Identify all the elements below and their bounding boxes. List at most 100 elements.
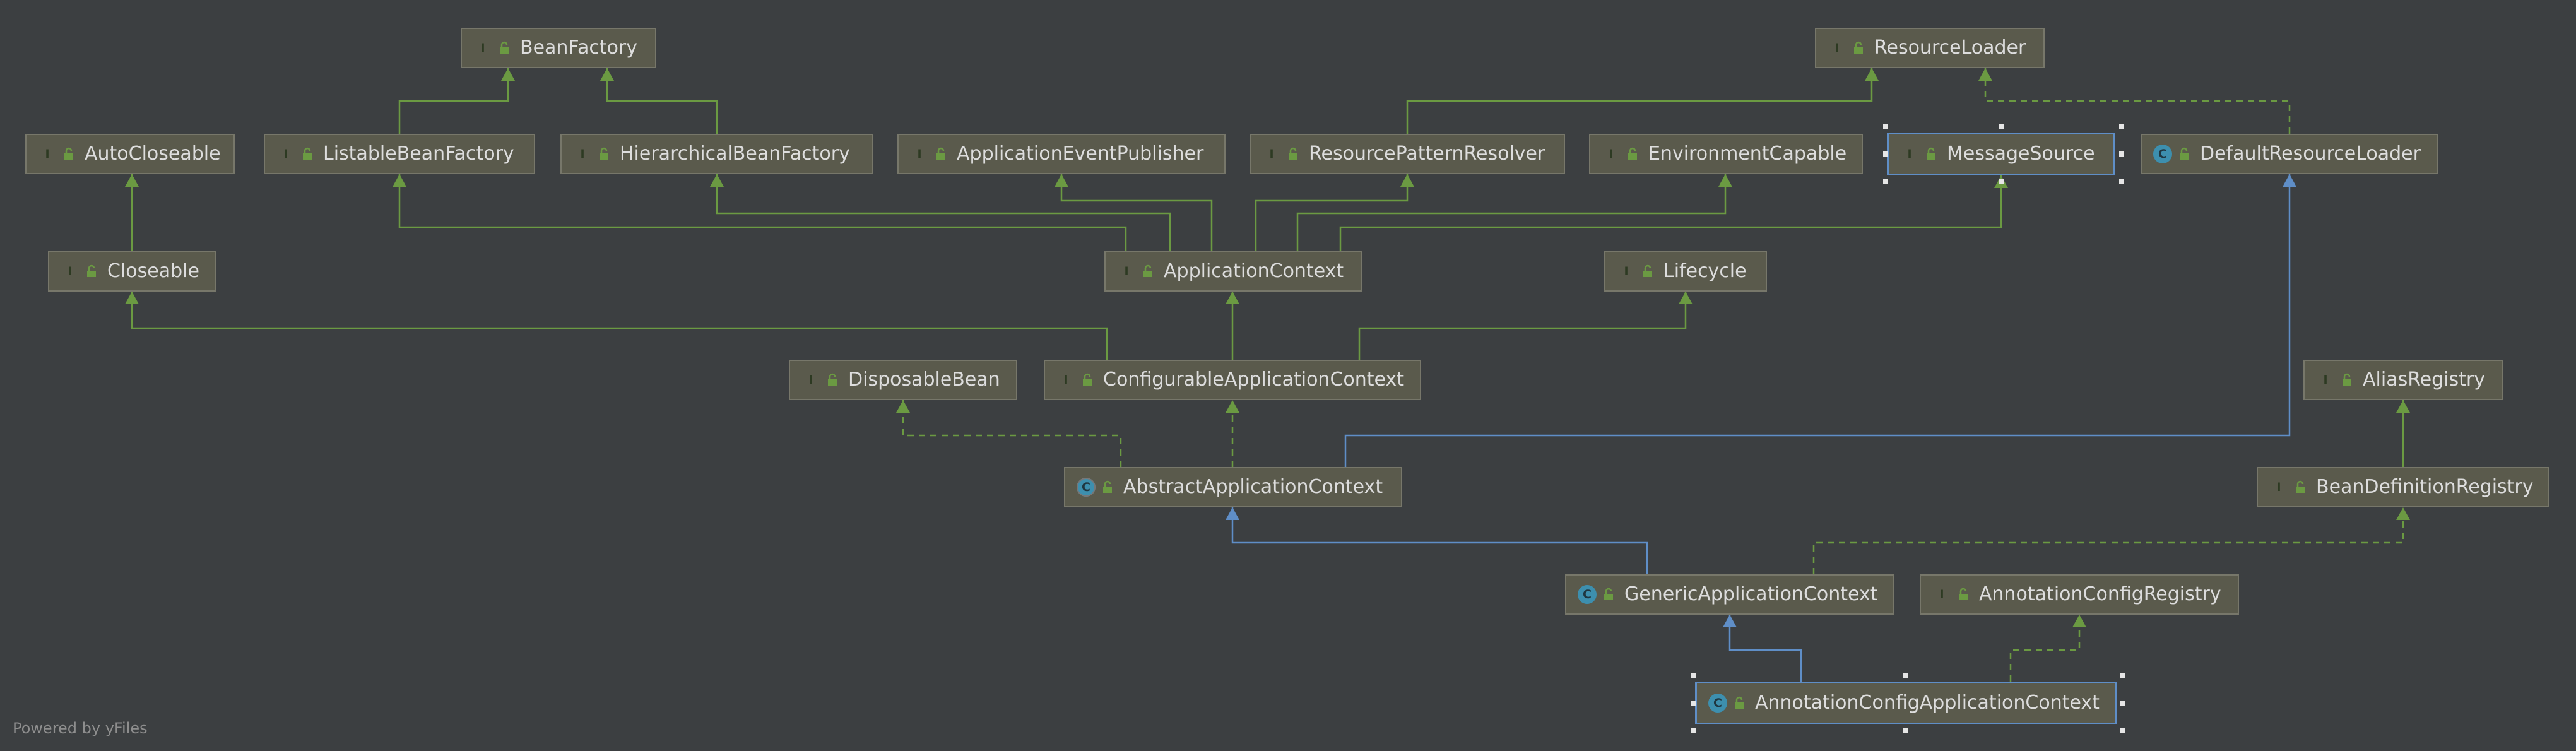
node-configurable-application-context[interactable]: I ConfigurableApplicationContext <box>1044 360 1421 400</box>
lock-icon <box>500 41 509 54</box>
lock-icon <box>1735 696 1744 709</box>
edge-ApplicationContext-to-HierarchicalBeanFactory <box>710 174 1171 251</box>
powered-by-footer: Powered by yFiles <box>13 719 148 737</box>
node-message-source[interactable]: I MessageSource <box>1887 133 2115 175</box>
interface-icon: I <box>917 146 922 161</box>
interface-icon: I <box>1269 146 1274 161</box>
interface-icon: I <box>68 264 73 278</box>
selection-handle[interactable] <box>2119 179 2124 184</box>
selection-handle[interactable] <box>2119 151 2124 157</box>
node-generic-application-context[interactable]: C GenericApplicationContext <box>1565 574 1894 615</box>
node-bean-definition-registry[interactable]: I BeanDefinitionRegistry <box>2257 467 2549 507</box>
class-icon: C <box>1578 585 1597 604</box>
node-disposable-bean[interactable]: I DisposableBean <box>789 360 1017 400</box>
selection-handle[interactable] <box>2120 673 2125 678</box>
node-default-resource-loader[interactable]: C DefaultResourceLoader <box>2141 134 2438 174</box>
edge-ListableBeanFactory-to-BeanFactory <box>398 68 515 134</box>
node-annotation-config-application-context[interactable]: C AnnotationConfigApplicationContext <box>1695 682 2117 724</box>
lock-icon <box>1604 588 1613 600</box>
arrowhead <box>2396 400 2410 413</box>
node-alias-registry[interactable]: I AliasRegistry <box>2303 360 2503 400</box>
selection-handle[interactable] <box>2120 701 2125 706</box>
lock-icon <box>2343 373 2351 386</box>
lock-icon <box>1103 480 1112 493</box>
arrowhead <box>1723 615 1737 627</box>
arrowhead <box>2396 507 2410 520</box>
arrowhead <box>2283 174 2296 187</box>
selection-handle[interactable] <box>1999 179 2004 184</box>
lock-icon <box>1854 41 1863 54</box>
node-label: GenericApplicationContext <box>1624 583 1878 605</box>
node-label: AutoCloseable <box>85 143 221 165</box>
node-label: AliasRegistry <box>2363 369 2486 391</box>
interface-icon: I <box>480 40 485 55</box>
selection-handle[interactable] <box>1883 151 1888 157</box>
arrowhead <box>896 400 910 413</box>
node-bean-factory[interactable]: I BeanFactory <box>461 28 656 68</box>
selection-handle[interactable] <box>1691 673 1696 678</box>
lock-icon <box>2180 147 2189 160</box>
edge-AnnotationConfigApplicationContext-to-GenericApplicationContext <box>1723 615 1802 682</box>
node-resource-pattern-resolver[interactable]: I ResourcePatternResolver <box>1250 134 1565 174</box>
abstract-class-icon: C <box>1077 478 1096 497</box>
class-icon: C <box>2153 145 2172 163</box>
node-label: DefaultResourceLoader <box>2200 143 2421 165</box>
node-label: ResourcePatternResolver <box>1309 143 1545 165</box>
node-auto-closeable[interactable]: I AutoCloseable <box>25 134 235 174</box>
arrowhead <box>1055 174 1068 187</box>
lock-icon <box>936 147 945 160</box>
selection-handle[interactable] <box>2119 124 2124 129</box>
node-annotation-config-registry[interactable]: I AnnotationConfigRegistry <box>1920 574 2239 615</box>
arrowhead <box>1226 400 1239 413</box>
node-listable-bean-factory[interactable]: I ListableBeanFactory <box>264 134 535 174</box>
selection-handle[interactable] <box>1999 124 2004 129</box>
class-icon: C <box>1708 694 1727 713</box>
selection-handle[interactable] <box>1883 124 1888 129</box>
edge-AnnotationConfigApplicationContext-to-AnnotationConfigRegistry <box>2009 615 2086 682</box>
lock-icon <box>828 373 837 386</box>
lock-icon <box>1083 373 1092 386</box>
edge-ConfigurableApplicationContext-to-ApplicationContext <box>1226 292 1239 360</box>
interface-icon: I <box>1063 372 1068 387</box>
selection-handle[interactable] <box>1903 673 1908 678</box>
node-label: ResourceLoader <box>1874 37 2026 59</box>
arrowhead <box>1865 68 1879 81</box>
node-label: ListableBeanFactory <box>323 143 514 165</box>
node-label: MessageSource <box>1947 143 2095 165</box>
interface-icon: I <box>2276 480 2281 494</box>
node-lifecycle[interactable]: I Lifecycle <box>1604 251 1767 292</box>
node-environment-capable[interactable]: I EnvironmentCapable <box>1589 134 1863 174</box>
interface-icon: I <box>45 146 50 161</box>
edge-ConfigurableApplicationContext-to-Lifecycle <box>1358 292 1693 360</box>
edge-ApplicationContext-to-MessageSource <box>1339 175 2008 251</box>
node-resource-loader[interactable]: I ResourceLoader <box>1815 28 2045 68</box>
interface-icon: I <box>1939 587 1944 601</box>
selection-handle[interactable] <box>1691 701 1696 706</box>
lock-icon <box>2296 480 2305 493</box>
node-hierarchical-bean-factory[interactable]: I HierarchicalBeanFactory <box>560 134 873 174</box>
node-label: AbstractApplicationContext <box>1123 476 1383 498</box>
selection-handle[interactable] <box>2120 728 2125 733</box>
node-label: EnvironmentCapable <box>1648 143 1847 165</box>
lock-icon <box>1959 588 1968 600</box>
selection-handle[interactable] <box>1883 179 1888 184</box>
arrowhead <box>710 174 724 187</box>
selection-handle[interactable] <box>1903 728 1908 733</box>
node-label: Closeable <box>107 260 199 282</box>
node-label: AnnotationConfigRegistry <box>1979 583 2221 605</box>
edge-ApplicationContext-to-ListableBeanFactory <box>393 174 1127 251</box>
selection-handle[interactable] <box>1691 728 1696 733</box>
lock-icon <box>1927 147 1935 160</box>
node-label: BeanDefinitionRegistry <box>2316 476 2534 498</box>
node-application-event-publisher[interactable]: I ApplicationEventPublisher <box>897 134 1226 174</box>
arrowhead <box>1226 292 1239 304</box>
node-application-context[interactable]: I ApplicationContext <box>1104 251 1362 292</box>
lock-icon <box>64 147 73 160</box>
arrowhead <box>393 174 406 187</box>
node-closeable[interactable]: I Closeable <box>48 251 216 292</box>
node-abstract-application-context[interactable]: C AbstractApplicationContext <box>1064 467 1402 507</box>
edge-GenericApplicationContext-to-BeanDefinitionRegistry <box>1812 507 2410 574</box>
interface-icon: I <box>1609 146 1614 161</box>
edge-ApplicationContext-to-ResourcePatternResolver <box>1255 174 1414 251</box>
node-label: BeanFactory <box>520 37 638 59</box>
